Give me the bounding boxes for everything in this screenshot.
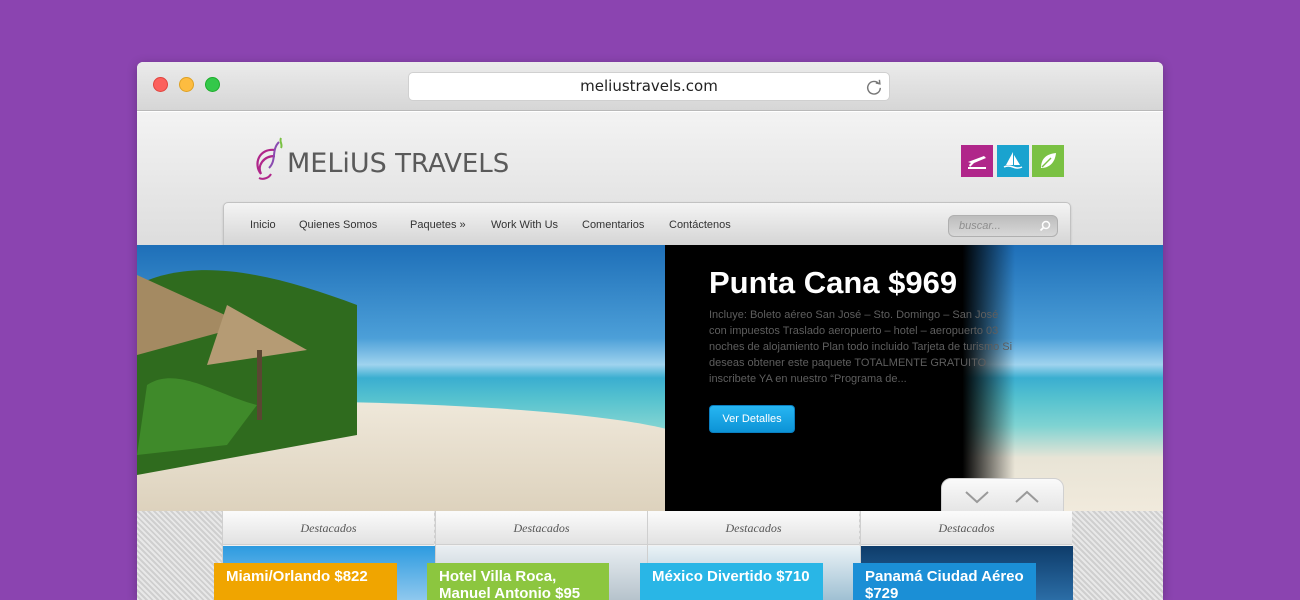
logo-wordmark: MELiUS TRAVELS xyxy=(287,148,509,179)
close-window-button[interactable] xyxy=(153,77,168,92)
logo-name-suffix: TRAVELS xyxy=(395,149,510,179)
featured-header: Destacados xyxy=(223,511,434,545)
ver-detalles-button[interactable]: Ver Detalles xyxy=(709,405,795,433)
hero-description: Incluye: Boleto aéreo San José – Sto. Do… xyxy=(709,309,1013,385)
chevron-up-icon[interactable] xyxy=(1012,487,1042,507)
leaf-icon xyxy=(1041,153,1056,168)
minimize-window-button[interactable] xyxy=(179,77,194,92)
search-placeholder: buscar... xyxy=(959,220,1001,232)
featured-section: Destacados Destacados Destacados Destaca… xyxy=(137,511,1163,600)
hero-slider: Punta Cana $969 Incluye: Boleto aéreo Sa… xyxy=(137,245,1163,511)
nav-item-work-with-us[interactable]: Work With Us xyxy=(491,219,558,231)
social-button-cruises[interactable] xyxy=(997,145,1029,177)
browser-toolbar: meliustravels.com xyxy=(137,62,1163,111)
featured-tag-miami[interactable]: Miami/Orlando $822 xyxy=(214,563,397,600)
search-icon[interactable] xyxy=(1039,220,1051,232)
featured-header: Destacados xyxy=(861,511,1072,545)
chevron-down-icon[interactable] xyxy=(962,487,992,507)
featured-header: Destacados xyxy=(648,511,859,545)
featured-tag-mexico[interactable]: México Divertido $710 xyxy=(640,563,823,600)
main-nav: Inicio Quienes Somos Paquetes » Work Wit… xyxy=(223,202,1071,250)
social-button-eco[interactable] xyxy=(1032,145,1064,177)
search-input[interactable]: buscar... xyxy=(948,215,1058,237)
hero-title: Punta Cana $969 xyxy=(709,265,958,300)
maximize-window-button[interactable] xyxy=(205,77,220,92)
logo-name-prefix: MELiUS xyxy=(287,148,387,179)
site-logo[interactable]: MELiUS TRAVELS xyxy=(249,134,509,190)
social-button-flights[interactable] xyxy=(961,145,993,177)
featured-tag-panama[interactable]: Panamá Ciudad Aéreo $729 xyxy=(853,563,1036,600)
nav-item-paquetes[interactable]: Paquetes » xyxy=(410,219,466,231)
url-text: meliustravels.com xyxy=(580,77,718,95)
sailboat-icon xyxy=(1003,152,1023,169)
featured-header: Destacados xyxy=(436,511,647,545)
palm-hut-illustration xyxy=(137,270,357,475)
nav-item-inicio[interactable]: Inicio xyxy=(250,219,276,231)
plane-icon xyxy=(968,156,986,169)
featured-tag-villa-roca[interactable]: Hotel Villa Roca, Manuel Antonio $95 xyxy=(427,563,609,600)
slider-controls xyxy=(941,478,1064,511)
address-bar[interactable]: meliustravels.com xyxy=(408,72,890,101)
browser-window: meliustravels.com MELiUS TRAVELS Inicio … xyxy=(137,62,1163,600)
reload-icon[interactable] xyxy=(865,78,883,96)
nav-item-contactenos[interactable]: Contáctenos xyxy=(669,219,731,231)
website: MELiUS TRAVELS Inicio Quienes Somos Paqu… xyxy=(137,112,1163,600)
nav-item-quienes-somos[interactable]: Quienes Somos xyxy=(299,219,377,231)
nav-item-comentarios[interactable]: Comentarios xyxy=(582,219,644,231)
